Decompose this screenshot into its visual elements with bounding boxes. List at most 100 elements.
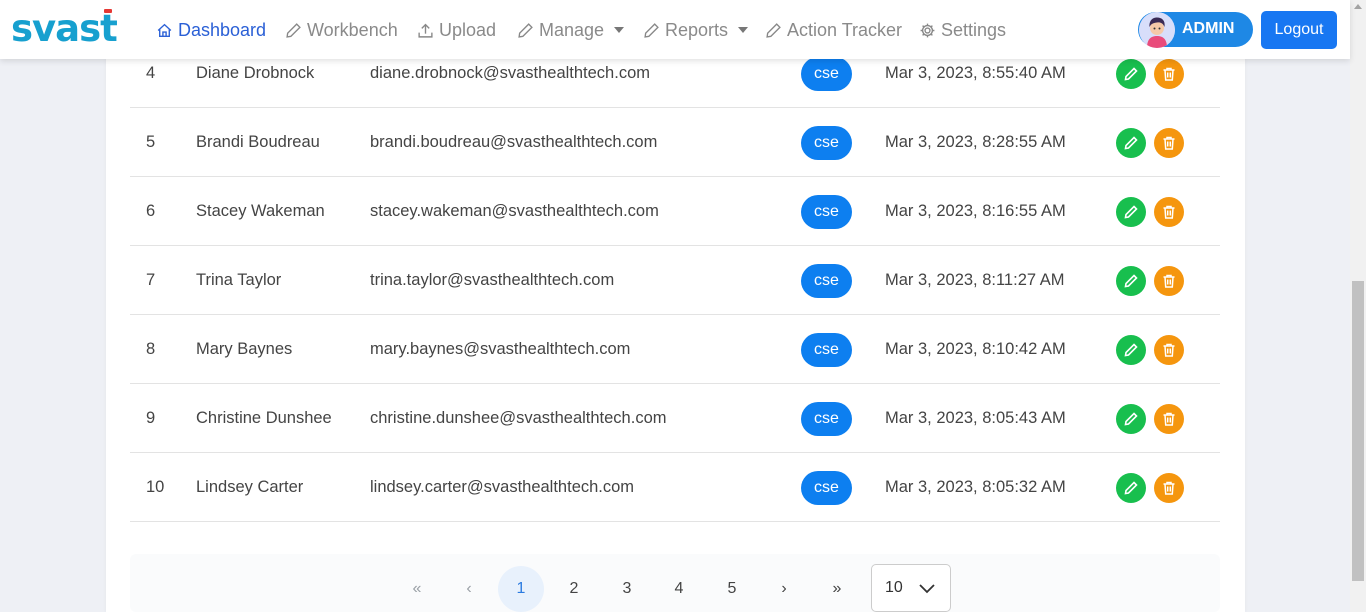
edit-button[interactable] xyxy=(1116,58,1146,89)
user-name: Mary Baynes xyxy=(196,340,293,358)
table-row: 6 Stacey Wakeman stacey.wakeman@svasthealt… xyxy=(130,177,1220,246)
role-cell: cse xyxy=(801,246,852,315)
delete-button[interactable] xyxy=(1154,127,1184,158)
edit-button[interactable] xyxy=(1116,127,1146,158)
avatar xyxy=(1139,12,1175,48)
row-actions xyxy=(1116,108,1184,177)
user-email: brandi.boudreau@svasthealthtech.com xyxy=(370,133,658,151)
logout-button[interactable]: Logout xyxy=(1261,11,1337,49)
home-icon xyxy=(157,23,172,37)
caret-down-icon xyxy=(738,27,749,33)
table-row: 10 Lindsey Carter lindsey.carter@svastheal… xyxy=(130,453,1220,522)
edit-button[interactable] xyxy=(1116,403,1146,434)
nav-settings[interactable]: Settings xyxy=(919,17,1006,43)
role-badge: cse xyxy=(801,263,852,298)
scroll-up-arrow-icon[interactable] xyxy=(1354,4,1362,9)
pencil-icon xyxy=(1123,135,1139,151)
pencil-icon xyxy=(644,22,659,38)
row-actions xyxy=(1116,315,1184,384)
role-badge: cse xyxy=(801,125,852,160)
row-actions xyxy=(1116,246,1184,315)
user-name: Brandi Boudreau xyxy=(196,133,320,151)
row-actions xyxy=(1116,453,1184,522)
edit-button[interactable] xyxy=(1116,196,1146,227)
role-badge: cse xyxy=(801,194,852,229)
delete-button[interactable] xyxy=(1154,265,1184,296)
user-email: christine.dunshee@svasthealthtech.com xyxy=(370,409,667,427)
user-email: lindsey.carter@svasthealthtech.com xyxy=(370,478,635,496)
row-number: 10 xyxy=(146,478,165,496)
trash-icon xyxy=(1161,273,1177,289)
delete-button[interactable] xyxy=(1154,403,1184,434)
page-2-button[interactable]: 2 xyxy=(551,566,597,612)
nav-manage-dropdown[interactable]: Manage xyxy=(517,17,625,43)
user-name: Trina Taylor xyxy=(196,271,282,289)
role-badge: cse xyxy=(801,401,852,436)
pencil-icon xyxy=(1123,480,1139,496)
nav-workbench[interactable]: Workbench xyxy=(285,17,398,43)
user-email: stacey.wakeman@svasthealthtech.com xyxy=(370,202,659,220)
nav-settings-label: Settings xyxy=(941,19,1007,40)
nav-upload-label: Upload xyxy=(439,19,497,40)
trash-icon xyxy=(1161,480,1177,496)
pencil-icon xyxy=(766,22,781,38)
nav-reports-label: Reports xyxy=(665,19,729,40)
user-name: Lindsey Carter xyxy=(196,478,304,496)
nav-upload[interactable]: Upload xyxy=(417,17,496,43)
pencil-icon xyxy=(1123,411,1139,427)
scrollbar-thumb[interactable] xyxy=(1352,281,1364,581)
users-table: 4 Diane Drobnock diane.drobnock@svasthealt… xyxy=(130,39,1220,522)
user-name: Stacey Wakeman xyxy=(196,202,325,220)
role-cell: cse xyxy=(801,177,852,246)
user-email: mary.baynes@svasthealthtech.com xyxy=(370,340,631,358)
first-page-button[interactable]: « xyxy=(394,566,440,612)
chevron-down-icon xyxy=(919,584,935,594)
last-page-button[interactable]: » xyxy=(814,566,860,612)
nav-action-tracker-label: Action Tracker xyxy=(787,19,903,40)
nav-action-tracker[interactable]: Action Tracker xyxy=(765,17,902,43)
upload-icon xyxy=(418,23,433,38)
user-role-label: ADMIN xyxy=(1182,20,1235,37)
role-cell: cse xyxy=(801,108,852,177)
role-badge: cse xyxy=(801,332,852,367)
pencil-icon xyxy=(286,22,301,38)
created-date: Mar 3, 2023, 8:11:27 AM xyxy=(885,271,1065,289)
delete-button[interactable] xyxy=(1154,58,1184,89)
page-scrollbar[interactable] xyxy=(1350,0,1366,612)
pencil-icon xyxy=(1123,66,1139,82)
created-date: Mar 3, 2023, 8:10:42 AM xyxy=(885,340,1066,358)
role-badge: cse xyxy=(801,470,852,505)
created-date: Mar 3, 2023, 8:16:55 AM xyxy=(885,202,1066,220)
trash-icon xyxy=(1161,342,1177,358)
trash-icon xyxy=(1161,135,1177,151)
delete-button[interactable] xyxy=(1154,472,1184,503)
page-4-button[interactable]: 4 xyxy=(656,566,702,612)
nav-reports-dropdown[interactable]: Reports xyxy=(643,17,749,43)
prev-page-button[interactable]: ‹ xyxy=(446,566,492,612)
page-3-button[interactable]: 3 xyxy=(604,566,650,612)
edit-button[interactable] xyxy=(1116,265,1146,296)
delete-button[interactable] xyxy=(1154,196,1184,227)
page-size-select[interactable]: 10 xyxy=(871,564,951,612)
nav-dashboard[interactable]: Dashboard xyxy=(156,17,266,43)
delete-button[interactable] xyxy=(1154,334,1184,365)
user-name: Christine Dunshee xyxy=(196,409,332,427)
page-1-button[interactable]: 1 xyxy=(498,566,544,612)
row-number: 6 xyxy=(146,202,156,220)
role-cell: cse xyxy=(801,315,852,384)
role-cell: cse xyxy=(801,453,852,522)
role-cell: cse xyxy=(801,384,852,453)
next-page-button[interactable]: › xyxy=(761,566,807,612)
edit-button[interactable] xyxy=(1116,334,1146,365)
user-menu[interactable]: ADMIN xyxy=(1138,12,1253,48)
page-size-value: 10 xyxy=(885,579,903,596)
brand-logo[interactable]: svast xyxy=(11,9,118,49)
table-row: 5 Brandi Boudreau brandi.boudreau@svasthea… xyxy=(130,108,1220,177)
nav-manage-label: Manage xyxy=(539,19,605,40)
row-actions xyxy=(1116,384,1184,453)
page-5-button[interactable]: 5 xyxy=(709,566,755,612)
top-navbar: svast Dashboard Workbench Upload Manage … xyxy=(0,0,1350,59)
gear-icon xyxy=(920,23,935,37)
edit-button[interactable] xyxy=(1116,472,1146,503)
pencil-icon xyxy=(1123,342,1139,358)
